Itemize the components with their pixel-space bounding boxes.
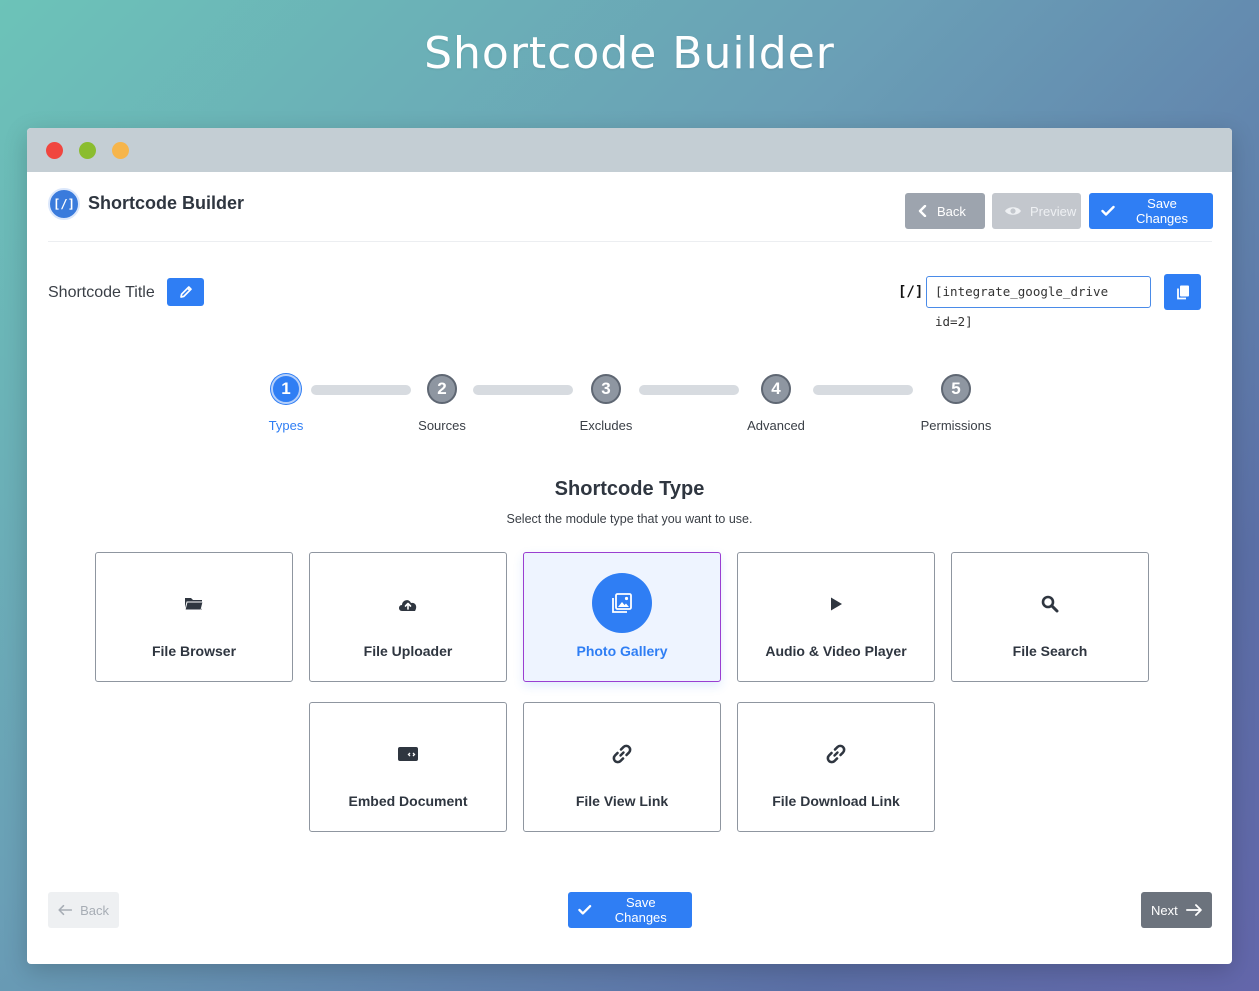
section-subtitle: Select the module type that you want to …	[506, 512, 753, 526]
pencil-icon	[179, 286, 192, 298]
step-3-circle[interactable]: 3	[591, 374, 621, 404]
header-back-button[interactable]: Back	[905, 193, 985, 229]
edit-title-button[interactable]	[167, 278, 204, 306]
window-minimize-dot[interactable]	[79, 141, 96, 159]
footer-back-label: Back	[80, 902, 109, 918]
step-connector	[473, 385, 573, 395]
step-1-circle[interactable]: 1	[271, 374, 301, 404]
type-card-embed-document[interactable]: Embed Document	[309, 702, 507, 832]
type-card-label: Photo Gallery	[576, 643, 668, 659]
type-card-file-browser[interactable]: File Browser	[95, 552, 293, 682]
code-icon: [/]	[898, 284, 924, 300]
gallery-icon-badge	[592, 573, 652, 633]
header-save-button[interactable]: Save Changes	[1089, 193, 1213, 229]
shortcode-title-label: Shortcode Title	[48, 284, 155, 301]
embed-icon	[398, 747, 418, 761]
step-1-label: Types	[268, 418, 304, 433]
type-card-label: File View Link	[575, 793, 669, 809]
header-preview-button[interactable]: Preview	[992, 193, 1081, 229]
type-card-file-download-link[interactable]: File Download Link	[737, 702, 935, 832]
shortcode-title-row: Shortcode Title [/] [integrate_google_dr…	[48, 274, 1212, 329]
step-5-circle[interactable]: 5	[941, 374, 971, 404]
link-icon	[612, 744, 632, 764]
app-logo-icon: [/]	[48, 188, 80, 220]
eye-icon	[1005, 207, 1021, 215]
app-header: [/] Shortcode Builder Back Preview Save …	[48, 172, 1213, 242]
arrow-right-icon	[1185, 904, 1202, 916]
footer-next-label: Next	[1151, 902, 1178, 918]
footer-back-button[interactable]: Back	[48, 892, 119, 928]
app-window: [/] Shortcode Builder Back Preview Save …	[27, 128, 1232, 964]
type-card-label: Embed Document	[348, 793, 468, 809]
window-close-dot[interactable]	[46, 141, 63, 159]
footer-save-label: Save Changes	[614, 895, 667, 925]
copy-icon	[1176, 285, 1189, 300]
arrow-left-icon	[58, 904, 73, 916]
step-connector	[311, 385, 411, 395]
type-card-audio-video-player[interactable]: Audio & Video Player	[737, 552, 935, 682]
step-4-label: Advanced	[747, 418, 805, 433]
page-heading: Shortcode Builder	[424, 28, 835, 79]
step-connector	[813, 385, 913, 395]
window-titlebar	[27, 128, 1232, 172]
cloud-upload-icon	[399, 600, 417, 611]
link-icon	[826, 744, 846, 764]
type-card-label: File Browser	[151, 643, 237, 659]
step-4-circle[interactable]: 4	[761, 374, 791, 404]
type-card-file-view-link[interactable]: File View Link	[523, 702, 721, 832]
type-card-photo-gallery[interactable]: Photo Gallery	[523, 552, 721, 682]
step-2-circle[interactable]: 2	[427, 374, 457, 404]
shortcode-input[interactable]: [integrate_google_drive id=2]	[926, 276, 1151, 329]
step-connector	[639, 385, 739, 395]
type-card-label: Audio & Video Player	[765, 643, 907, 659]
step-progress: 1 Types 2 Sources 3 Excludes 4 Advanced …	[27, 373, 1232, 443]
app-title: Shortcode Builder	[88, 193, 245, 213]
footer-save-button[interactable]: Save Changes	[568, 892, 692, 928]
step-2-label: Sources	[418, 418, 466, 433]
type-card-file-search[interactable]: File Search	[951, 552, 1149, 682]
header-back-label: Back	[937, 203, 966, 219]
copy-shortcode-button[interactable]	[1164, 274, 1201, 310]
gallery-icon	[612, 593, 632, 613]
type-card-label: File Uploader	[363, 643, 453, 659]
header-preview-label: Preview	[1030, 203, 1077, 219]
window-maximize-dot[interactable]	[112, 141, 129, 159]
play-icon	[831, 597, 842, 611]
footer-next-button[interactable]: Next	[1141, 892, 1212, 928]
step-5-label: Permissions	[920, 418, 992, 433]
type-card-label: File Search	[1012, 643, 1088, 659]
check-icon	[1101, 205, 1115, 216]
check-icon	[578, 904, 592, 915]
header-save-label: Save Changes	[1135, 196, 1189, 226]
chevron-left-icon	[918, 205, 927, 217]
step-3-label: Excludes	[579, 418, 633, 433]
type-card-label: File Download Link	[772, 793, 900, 809]
search-icon	[1041, 595, 1059, 613]
folder-icon	[184, 598, 204, 611]
type-card-file-uploader[interactable]: File Uploader	[309, 552, 507, 682]
section-title: Shortcode Type	[554, 478, 705, 500]
